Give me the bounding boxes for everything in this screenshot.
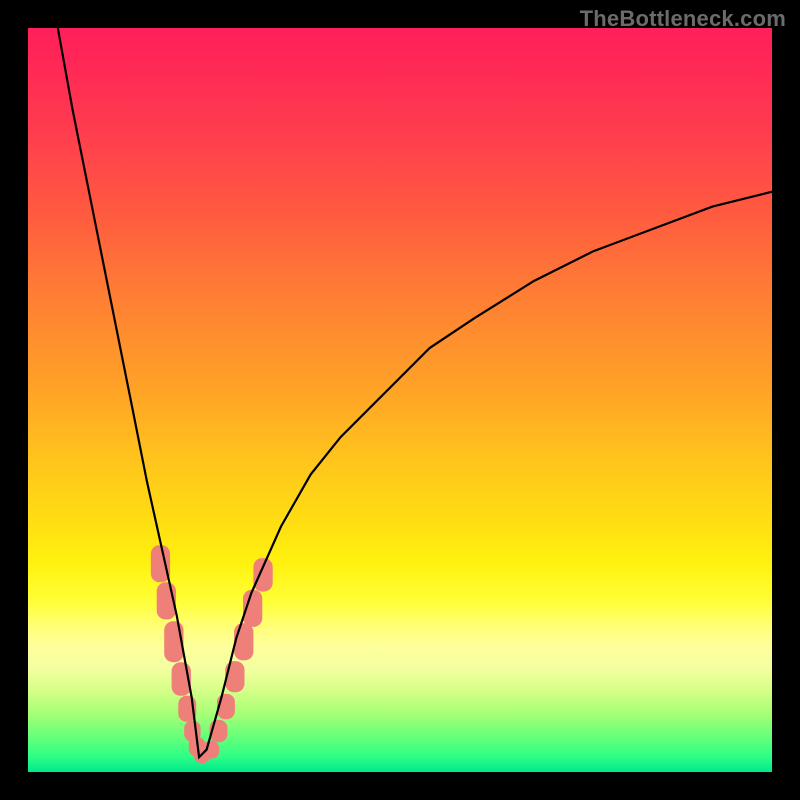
curve-bead [253, 558, 272, 592]
curve-bead [234, 623, 253, 660]
plot-area [28, 28, 772, 772]
watermark-text: TheBottleneck.com [580, 6, 786, 32]
chart-frame: TheBottleneck.com [0, 0, 800, 800]
bottleneck-curve-svg [28, 28, 772, 772]
curve-bead [225, 661, 244, 692]
